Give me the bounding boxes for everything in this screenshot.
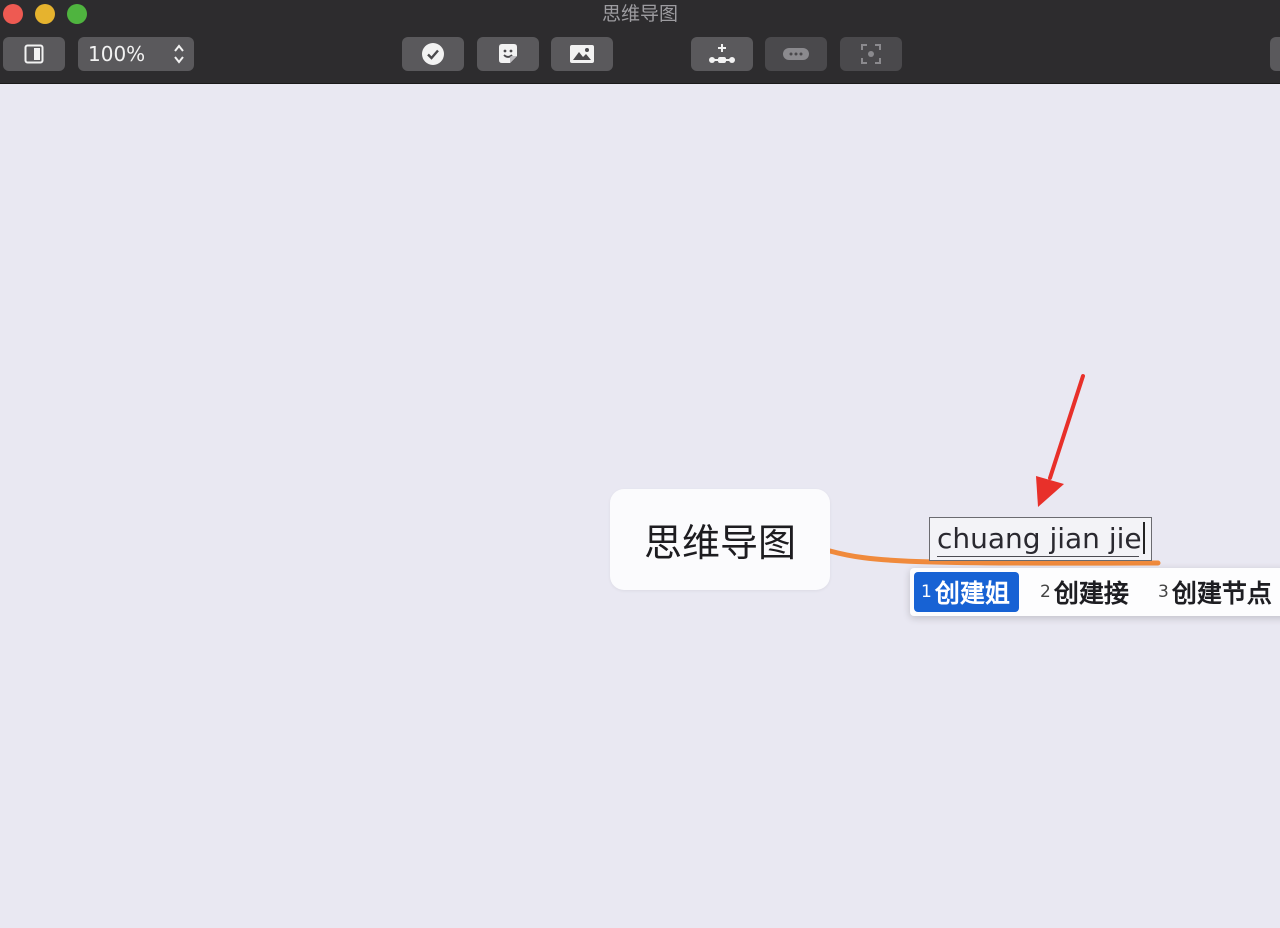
annotation-arrow-icon [1036, 374, 1085, 507]
app-window: 思维导图 100% 思维导图 chuang jian jie 1 创建姐 2 创… [0, 0, 1280, 928]
